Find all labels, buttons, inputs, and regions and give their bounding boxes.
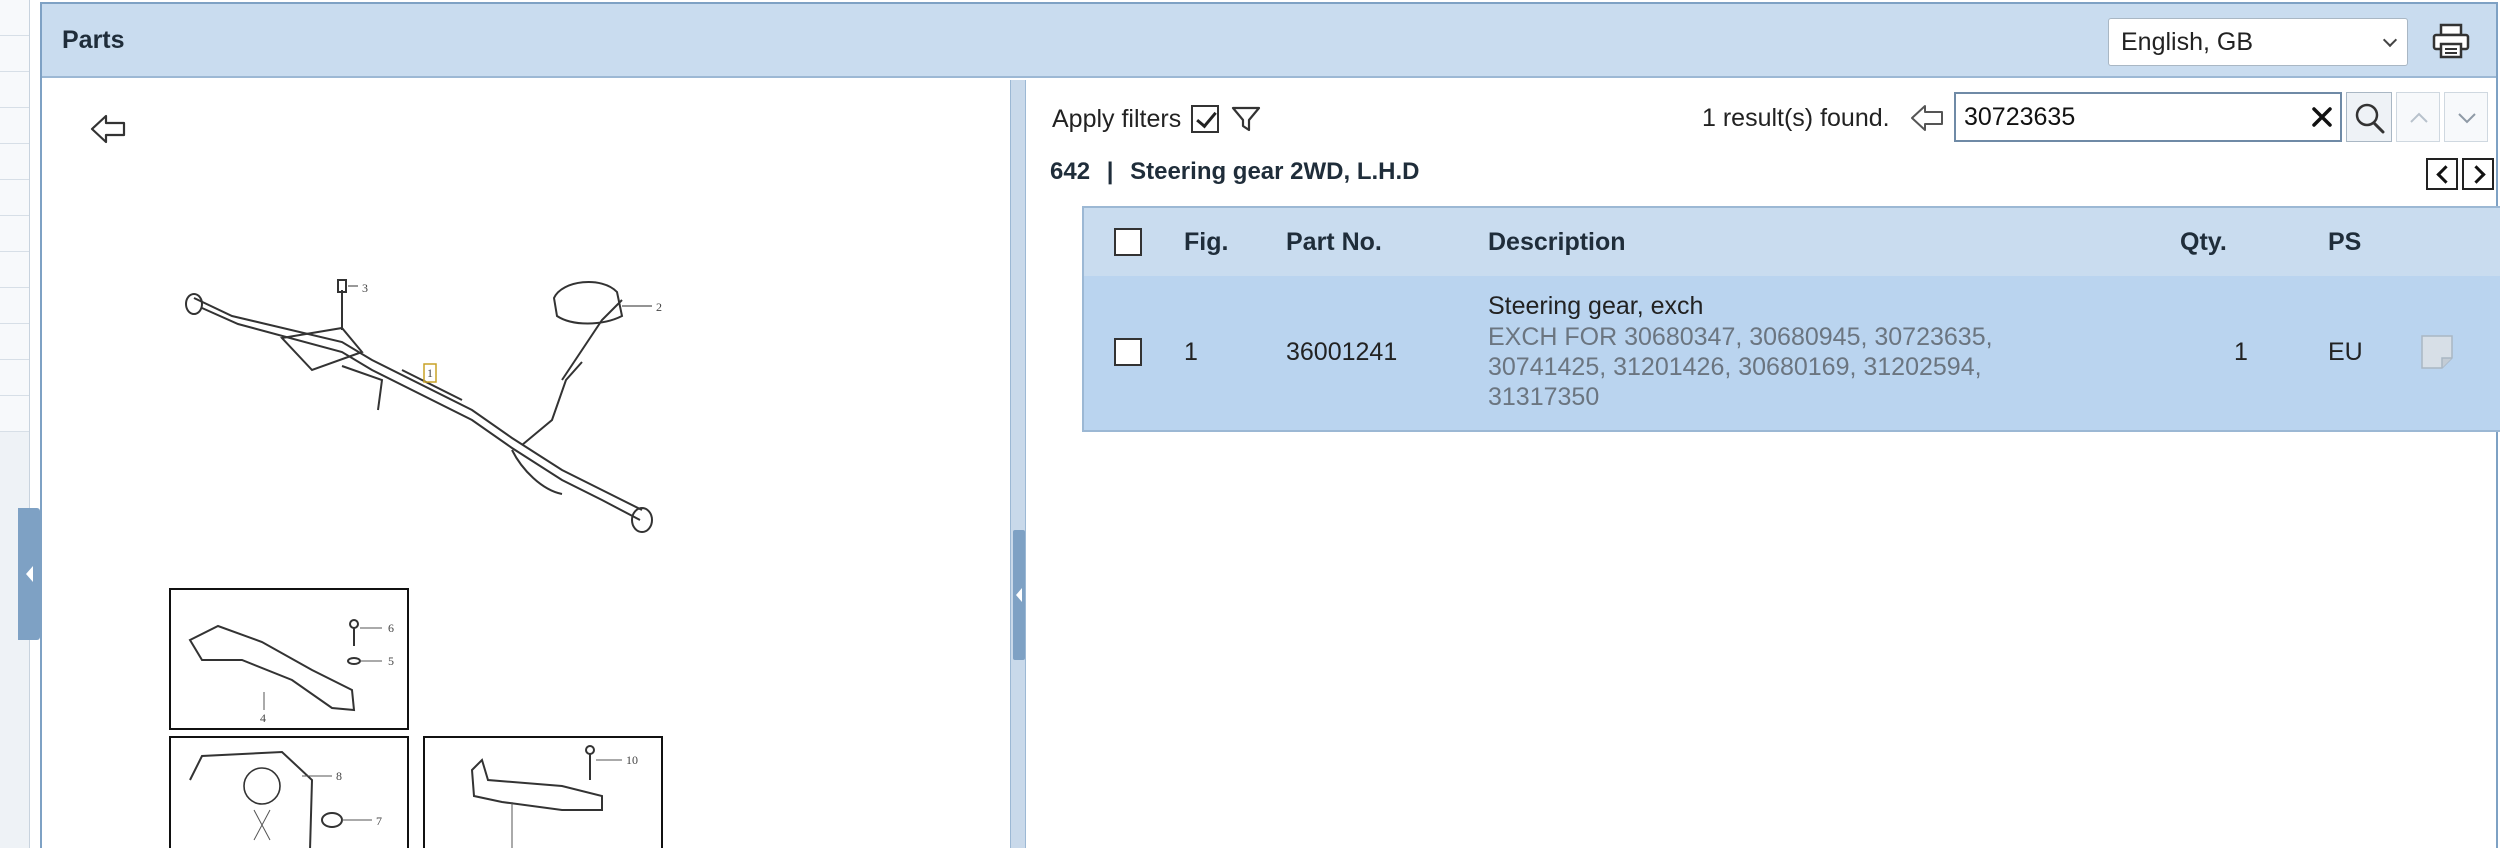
strip-cell [0,180,29,216]
next-result-button[interactable] [2444,92,2488,142]
column-header-ps[interactable]: PS [2328,228,2361,257]
print-button[interactable] [2428,18,2474,64]
back-arrow-icon [1911,105,1943,131]
column-header-fig[interactable]: Fig. [1184,228,1228,257]
result-count: 1 result(s) found. [1702,104,1890,132]
callout-2[interactable]: 2 [656,300,662,314]
callout-10[interactable]: 10 [626,753,638,767]
callout-6[interactable]: 6 [388,621,394,635]
callout-5[interactable]: 5 [388,654,394,668]
strip-cell [0,324,29,360]
callout-8[interactable]: 8 [336,769,342,783]
group-heading: 642 | Steering gear 2WD, L.H.D [1050,158,1420,186]
funnel-icon[interactable] [1229,102,1263,136]
parts-table: Fig. Part No. Description Qty. PS 1 3600… [1082,206,2500,432]
left-side-strip [0,0,40,848]
row-qty: 1 [2234,338,2248,366]
note-line: EXCH FOR 30680347, 30680945, 30723635, [1488,323,1993,351]
callout-leaders [348,285,652,383]
group-separator: | [1106,158,1114,185]
strip-cell [0,216,29,252]
apply-filters-label: Apply filters [1052,104,1182,133]
search-back-button[interactable] [1908,98,1948,138]
row-fig: 1 [1184,338,1198,366]
app-root: Parts English, GB 3 2 1 6 5 4 8 7 10 App… [0,0,2500,848]
parts-list-pane: Apply filters 1 result(s) found. 3072363… [1026,80,2500,848]
note-icon [2421,335,2453,369]
row-description-note: EXCH FOR 30680347, 30680945, 30723635, 3… [1488,322,2048,412]
main-assembly-drawing [185,279,653,533]
callout-3[interactable]: 3 [362,281,368,295]
search-button[interactable] [2346,92,2392,142]
callout-7[interactable]: 7 [376,814,382,828]
steering-gear-diagram: 3 2 1 6 5 4 8 7 10 [169,279,663,848]
chevron-down-icon [2382,32,2398,48]
collapse-diagram-handle[interactable] [1013,530,1025,660]
parts-panel: Parts English, GB 3 2 1 6 5 4 8 7 10 App… [40,2,2500,848]
callout-1[interactable]: 1 [427,366,433,380]
strip-cell [0,36,29,72]
chevron-up-icon [2410,112,2428,123]
note-line: 31317350 [1488,383,1600,411]
previous-result-button[interactable] [2396,92,2440,142]
table-row[interactable]: 1 36001241 Steering gear, exch EXCH FOR … [1084,276,2500,430]
strip-cell [0,144,29,180]
next-group-button[interactable] [2462,158,2494,190]
printer-icon [2432,23,2470,59]
row-part-no: 36001241 [1286,338,1398,366]
chevron-down-icon [2458,113,2476,124]
language-select[interactable]: English, GB [2108,18,2408,66]
panel-titlebar: Parts English, GB [42,4,2496,78]
strip-cell [0,252,29,288]
group-pager [2426,158,2494,190]
apply-filters-control: Apply filters [1052,102,1263,136]
table-header: Fig. Part No. Description Qty. PS [1084,208,2500,276]
strip-cell [0,108,29,144]
column-header-description[interactable]: Description [1488,228,1626,257]
strip-cell [0,288,29,324]
part-search-input[interactable] [1954,92,2342,142]
previous-group-button[interactable] [2426,158,2458,190]
row-select-checkbox[interactable] [1114,338,1142,366]
row-description: Steering gear, exch [1488,292,1704,320]
detail-box-b [169,736,409,848]
callout-4[interactable]: 4 [260,711,266,725]
panel-title: Parts [62,26,125,54]
group-number: 642 [1050,158,1091,185]
detail-box-a [169,588,409,730]
collapse-left-panel-handle[interactable] [18,508,40,640]
pane-splitter[interactable] [1010,80,1026,848]
close-icon [2312,107,2332,127]
row-note-button[interactable] [2420,334,2454,370]
apply-filters-checkbox[interactable] [1191,105,1220,133]
group-title: Steering gear 2WD, L.H.D [1130,158,1420,185]
language-select-value: English, GB [2121,28,2254,56]
select-all-checkbox[interactable] [1114,228,1142,256]
strip-cell [0,72,29,108]
note-line: 30741425, 31201426, 30680169, 31202594, [1488,353,1982,381]
strip-cell [0,360,29,396]
strip-cell [0,396,29,432]
column-header-part-no[interactable]: Part No. [1286,228,1382,257]
column-header-qty[interactable]: Qty. [2180,228,2227,257]
clear-search-button[interactable] [2310,105,2334,129]
row-ps: EU [2328,338,2363,366]
search-icon [2355,103,2385,134]
strip-cell [0,0,29,36]
diagram-pane: 3 2 1 6 5 4 8 7 10 [42,80,1010,848]
